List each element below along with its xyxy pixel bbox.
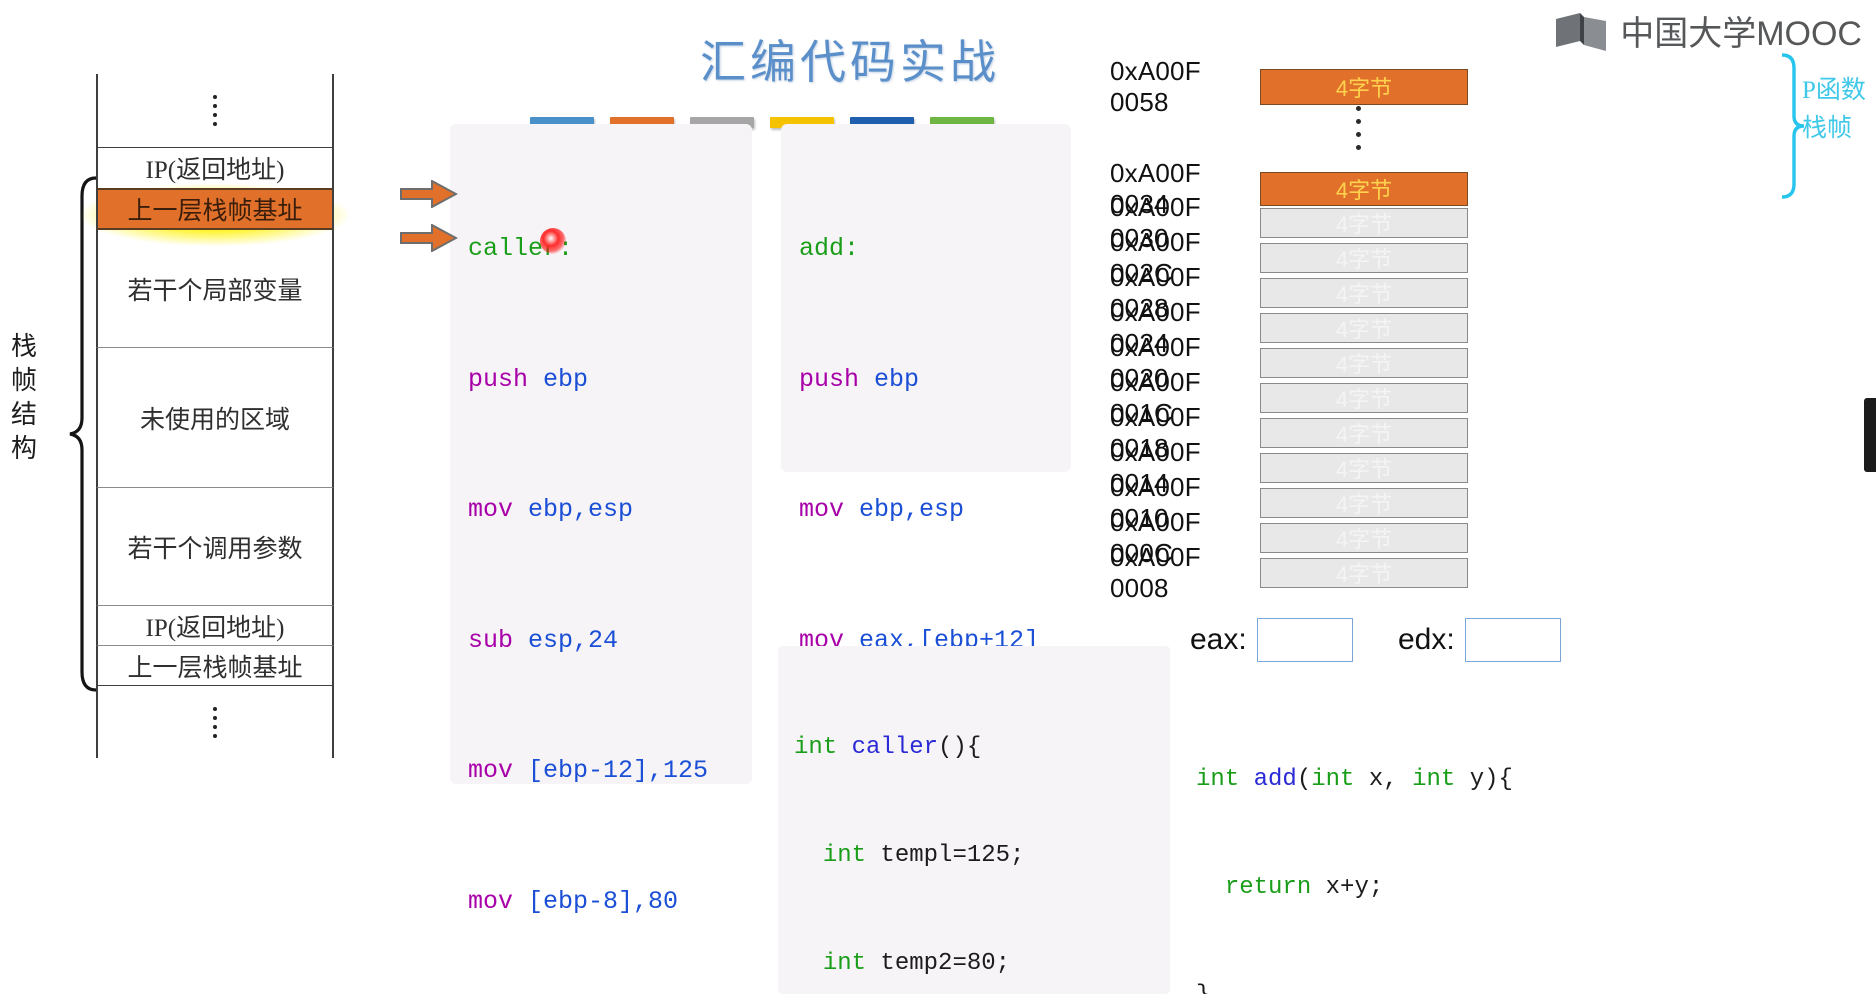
- c-function-name: caller: [851, 734, 939, 761]
- book-mark-icon: [1554, 11, 1610, 51]
- stack-cell-dots-bottom: [96, 686, 334, 758]
- c-text: y){: [1455, 766, 1513, 793]
- c-text: }: [1196, 982, 1210, 994]
- caller-assembly-panel: caller: push ebp mov ebp,esp sub esp,24 …: [450, 124, 752, 916]
- c-text: (){: [938, 734, 982, 761]
- c-text: temp2=80;: [866, 950, 1011, 977]
- c-text: x+y;: [1311, 874, 1384, 901]
- vertical-dots-icon: [213, 95, 217, 126]
- asm-operand: ebp,esp: [528, 495, 634, 524]
- page-title: 汇编代码实战: [700, 37, 1000, 88]
- register-edx: edx:: [1398, 618, 1561, 662]
- c-keyword: int: [822, 842, 867, 869]
- slide-canvas: 中国大学MOOC 汇编代码实战 IP(返回地址) 上一层栈帧基址 若干个局部变量…: [0, 0, 1876, 994]
- asm-mnemonic: mov: [468, 495, 514, 524]
- c-text: x,: [1354, 766, 1413, 793]
- stack-cell-dots-top: [96, 74, 334, 148]
- asm-mnemonic: mov: [468, 756, 514, 785]
- mooc-wordmark: 中国大学MOOC: [1620, 15, 1862, 53]
- p-frame-label: P函数 栈帧: [1802, 72, 1876, 148]
- add-asm-label: add:: [799, 234, 860, 263]
- asm-operand: ebp,esp: [859, 495, 965, 524]
- asm-mnemonic: push: [799, 364, 860, 394]
- c-keyword: int: [1311, 766, 1355, 793]
- c-text: templ=125;: [866, 842, 1025, 869]
- laser-pointer-dot: [540, 228, 566, 254]
- memory-address: 0xA00F 0058: [1110, 56, 1201, 117]
- stack-cell-prev-base-highlighted: 上一层栈帧基址: [96, 188, 334, 230]
- register-eax: eax:: [1190, 618, 1353, 662]
- add-assembly-panel: add: push ebp mov ebp,esp mov eax,[ebp+1…: [781, 124, 1071, 916]
- c-source-add-panel: int add(int x, int y){ return x+y; }: [1186, 680, 1586, 994]
- c-keyword: int: [1412, 766, 1456, 793]
- c-function-name: add: [1253, 766, 1297, 793]
- asm-mnemonic: mov: [468, 886, 514, 916]
- vertical-dots-icon-2: [213, 706, 217, 738]
- asm-mnemonic: push: [468, 364, 529, 394]
- register-value-box[interactable]: [1256, 618, 1353, 662]
- asm-operand: ebp: [874, 364, 920, 394]
- p-frame-label-line2: 栈帧: [1802, 115, 1853, 142]
- register-label: edx:: [1398, 623, 1455, 656]
- p-frame-label-line1: P函数: [1802, 77, 1866, 104]
- c-keyword: int: [794, 734, 838, 761]
- stack-cell-ip-bottom: IP(返回地址): [96, 606, 334, 646]
- register-label: eax:: [1190, 623, 1247, 656]
- asm-operand: ebp: [543, 364, 589, 394]
- stack-cell-ip-top: IP(返回地址): [96, 148, 334, 188]
- stack-cell-locals: 若干个局部变量: [96, 230, 334, 348]
- stack-frame-diagram: IP(返回地址) 上一层栈帧基址 若干个局部变量 未使用的区域 若干个调用参数 …: [96, 74, 334, 758]
- memory-cell: 4字节: [1260, 69, 1468, 105]
- c-keyword: return: [1224, 874, 1312, 901]
- memory-address: 0xA00F 0008: [1110, 542, 1201, 603]
- asm-operand: esp,24: [528, 625, 619, 655]
- mooc-logo: 中国大学MOOC: [1554, 6, 1862, 55]
- memory-cell: 4字节: [1260, 558, 1468, 588]
- asm-operand: [ebp-8],80: [528, 886, 679, 916]
- memory-row: 0xA00F 0008 4字节: [1110, 542, 1468, 604]
- c-keyword: int: [822, 950, 867, 977]
- stack-cell-prev-base-bottom: 上一层栈帧基址: [96, 646, 334, 686]
- stack-frame-brace: [69, 176, 97, 692]
- asm-mnemonic: mov: [799, 495, 845, 524]
- c-text: (: [1296, 766, 1312, 793]
- stack-frame-brace-label: 栈帧结构: [10, 332, 37, 463]
- stack-cell-unused: 未使用的区域: [96, 348, 334, 488]
- asm-operand: [ebp-12],125: [528, 756, 709, 785]
- memory-vertical-dots-icon: [1356, 106, 1361, 150]
- memory-row: 0xA00F 0058 4字节: [1110, 56, 1468, 118]
- pointer-arrow-push: [400, 180, 458, 208]
- c-source-caller-panel: int caller(){ int templ=125; int temp2=8…: [778, 646, 1170, 994]
- pointer-arrow-mov: [400, 224, 458, 252]
- asm-mnemonic: sub: [468, 625, 514, 655]
- stack-cell-params: 若干个调用参数: [96, 488, 334, 606]
- right-edge-sliver: [1864, 398, 1876, 472]
- register-value-box[interactable]: [1464, 618, 1561, 662]
- c-keyword: int: [1196, 766, 1240, 793]
